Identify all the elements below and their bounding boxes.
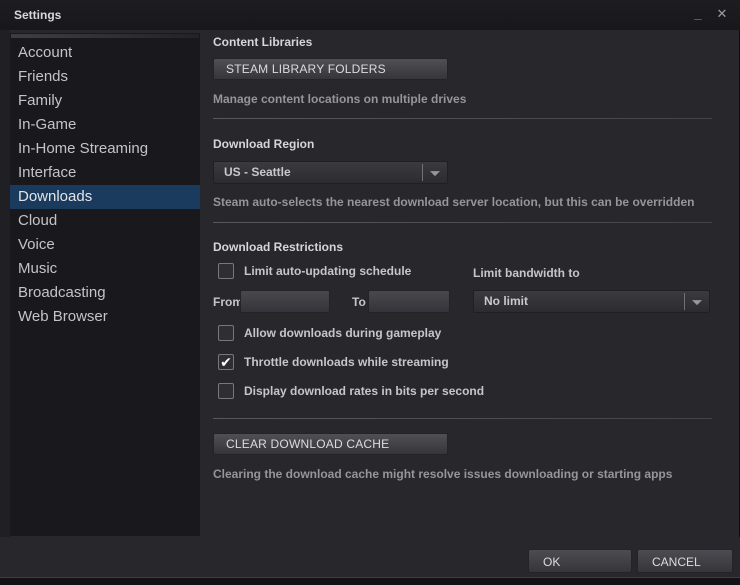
to-label: To xyxy=(352,295,366,309)
download-cache-description: Clearing the download cache might resolv… xyxy=(213,467,673,481)
titlebar[interactable]: Settings _ ✕ xyxy=(0,0,740,30)
section-divider xyxy=(213,418,712,419)
cancel-button[interactable]: CANCEL xyxy=(637,549,733,573)
sidebar-item-cloud[interactable]: Cloud xyxy=(10,209,200,233)
sidebar-item-family[interactable]: Family xyxy=(10,89,200,113)
schedule-to-input[interactable] xyxy=(368,290,450,313)
from-label: From xyxy=(213,295,243,309)
content-libraries-heading: Content Libraries xyxy=(213,35,313,49)
window-title: Settings xyxy=(14,8,62,22)
sidebar-item-broadcasting[interactable]: Broadcasting xyxy=(10,281,200,305)
schedule-from-input[interactable] xyxy=(240,290,330,313)
sidebar-item-interface[interactable]: Interface xyxy=(10,161,200,185)
sidebar-item-music[interactable]: Music xyxy=(10,257,200,281)
sidebar-item-web-browser[interactable]: Web Browser xyxy=(10,305,200,329)
limit-bandwidth-label: Limit bandwidth to xyxy=(473,266,580,280)
settings-content: Content Libraries STEAM LIBRARY FOLDERS … xyxy=(213,30,712,537)
sidebar-item-account[interactable]: Account xyxy=(10,41,200,65)
display-rates-checkbox[interactable] xyxy=(218,383,234,399)
chevron-down-icon[interactable] xyxy=(684,293,709,310)
dialog-footer: OK CANCEL xyxy=(0,537,740,578)
throttle-downloads-row: ✔ Throttle downloads while streaming xyxy=(218,353,449,371)
window-controls: _ ✕ xyxy=(692,5,728,23)
throttle-downloads-label: Throttle downloads while streaming xyxy=(244,355,449,369)
sidebar-item-in-game[interactable]: In-Game xyxy=(10,113,200,137)
sidebar-item-in-home-streaming[interactable]: In-Home Streaming xyxy=(10,137,200,161)
display-rates-label: Display download rates in bits per secon… xyxy=(244,384,485,398)
limit-schedule-label: Limit auto-updating schedule xyxy=(244,264,412,278)
steam-library-folders-button[interactable]: STEAM LIBRARY FOLDERS xyxy=(213,58,448,80)
chevron-down-icon[interactable] xyxy=(422,164,447,181)
window-left-gutter xyxy=(0,30,10,537)
close-icon[interactable]: ✕ xyxy=(716,5,728,23)
ok-button[interactable]: OK xyxy=(528,549,632,573)
download-region-description: Steam auto-selects the nearest download … xyxy=(213,195,695,209)
allow-downloads-label: Allow downloads during gameplay xyxy=(244,326,442,340)
display-rates-row: Display download rates in bits per secon… xyxy=(218,382,484,400)
window-bottom-edge xyxy=(0,577,740,585)
sidebar: Account Friends Family In-Game In-Home S… xyxy=(10,33,200,536)
limit-bandwidth-value: No limit xyxy=(484,294,528,308)
allow-downloads-checkbox[interactable] xyxy=(218,325,234,341)
limit-schedule-row: Limit auto-updating schedule xyxy=(218,262,411,280)
section-divider xyxy=(213,222,712,223)
content-libraries-description: Manage content locations on multiple dri… xyxy=(213,92,467,106)
allow-downloads-row: Allow downloads during gameplay xyxy=(218,324,441,342)
section-divider xyxy=(213,118,712,119)
limit-bandwidth-dropdown[interactable]: No limit xyxy=(473,290,710,313)
sidebar-item-friends[interactable]: Friends xyxy=(10,65,200,89)
clear-download-cache-button[interactable]: CLEAR DOWNLOAD CACHE xyxy=(213,433,448,455)
throttle-downloads-checkbox[interactable]: ✔ xyxy=(218,354,234,370)
download-region-dropdown[interactable]: US - Seattle xyxy=(213,161,448,184)
sidebar-top-highlight xyxy=(11,34,199,38)
settings-window: Settings _ ✕ Account Friends Family In-G… xyxy=(0,0,740,585)
minimize-icon[interactable]: _ xyxy=(692,5,704,23)
download-restrictions-heading: Download Restrictions xyxy=(213,240,344,254)
limit-schedule-checkbox[interactable] xyxy=(218,263,234,279)
sidebar-item-downloads[interactable]: Downloads xyxy=(10,185,200,209)
download-region-heading: Download Region xyxy=(213,137,315,151)
sidebar-item-voice[interactable]: Voice xyxy=(10,233,200,257)
download-region-value: US - Seattle xyxy=(224,165,291,179)
